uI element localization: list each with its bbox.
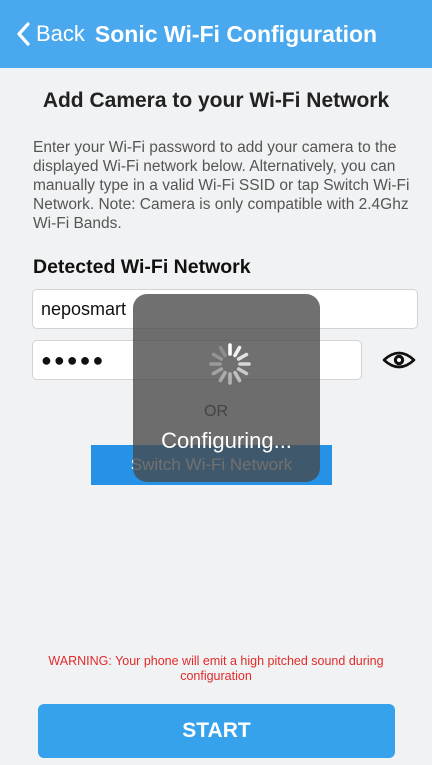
spinner-icon — [207, 341, 253, 387]
page-title: Sonic Wi-Fi Configuration — [94, 20, 378, 47]
detected-network-title: Detected Wi-Fi Network — [33, 256, 251, 278]
chevron-left-icon — [16, 22, 30, 46]
start-button[interactable]: START — [38, 704, 395, 758]
back-label: Back — [36, 21, 85, 46]
back-button[interactable]: Back — [16, 21, 85, 47]
instructions-text: Enter your Wi-Fi password to add your ca… — [33, 139, 410, 232]
eye-icon[interactable] — [382, 348, 416, 372]
configuring-overlay: Configuring... — [133, 294, 320, 482]
warning-text: WARNING: Your phone will emit a high pit… — [48, 654, 384, 683]
section-heading: Add Camera to your Wi-Fi Network — [42, 89, 390, 112]
configuring-label: Configuring... — [161, 428, 292, 453]
navigation-bar: Back Sonic Wi-Fi Configuration — [0, 0, 432, 68]
